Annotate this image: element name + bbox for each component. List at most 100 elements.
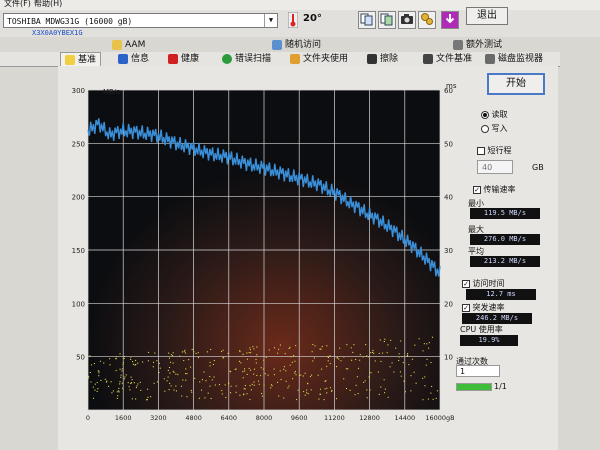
chevron-down-icon[interactable]: ▼ xyxy=(264,14,277,27)
access-time-point xyxy=(362,356,364,358)
access-time-point xyxy=(252,346,254,348)
download-button[interactable] xyxy=(441,11,459,29)
access-time-point xyxy=(278,395,280,397)
access-time-point xyxy=(324,388,326,390)
access-time-point xyxy=(369,371,371,373)
access-time-point xyxy=(414,344,416,346)
access-time-point xyxy=(121,368,123,370)
tab-extra-tests[interactable]: 额外测试 xyxy=(453,38,502,52)
access-time-point xyxy=(209,385,211,387)
access-time-point xyxy=(110,381,112,383)
access-time-point xyxy=(265,356,267,358)
thermometer-icon xyxy=(288,12,298,28)
access-time-point xyxy=(295,345,297,347)
tab-error-scan[interactable]: 错误扫描 xyxy=(222,52,271,66)
health-icon xyxy=(168,53,178,64)
tab-folder-usage[interactable]: 文件夹使用 xyxy=(290,52,348,66)
access-time-point xyxy=(349,389,351,391)
access-time-point xyxy=(122,387,124,389)
short-stroke-gb-input[interactable]: 40 xyxy=(477,160,513,174)
access-time-point xyxy=(96,382,98,384)
access-time-point xyxy=(115,369,117,372)
access-time-label: 访问时间 xyxy=(472,279,505,288)
access-time-point xyxy=(191,348,193,351)
y-tick-label: 300 xyxy=(72,87,85,95)
transfer-rate-option[interactable]: ✓ 传输速率 xyxy=(473,184,516,195)
screenshot-button[interactable] xyxy=(398,11,416,29)
passes-input[interactable]: 1 xyxy=(456,365,500,377)
access-time-point xyxy=(366,397,368,399)
tab-disk-monitor[interactable]: 磁盘监视器 xyxy=(485,52,543,66)
transfer-rate-checkbox[interactable]: ✓ xyxy=(473,185,481,194)
burst-rate-checkbox[interactable]: ✓ xyxy=(462,303,470,312)
access-time-point xyxy=(400,375,402,377)
tab-benchmark[interactable]: 基准 xyxy=(60,52,102,67)
access-time-point xyxy=(427,398,430,400)
copy-image-button[interactable] xyxy=(378,11,396,29)
read-option[interactable]: 读取 xyxy=(481,109,508,120)
access-time-point xyxy=(327,360,329,362)
access-time-point xyxy=(279,370,281,372)
access-time-point xyxy=(117,395,119,397)
access-time-point xyxy=(410,390,412,392)
copy-text-button[interactable] xyxy=(358,11,376,29)
access-time-point xyxy=(89,355,91,357)
tab-erase[interactable]: 擦除 xyxy=(367,52,398,66)
write-option[interactable]: 写入 xyxy=(481,123,508,134)
access-time-point xyxy=(152,366,154,368)
burst-rate-option[interactable]: ✓ 突发速率 xyxy=(462,302,505,313)
access-time-point xyxy=(295,374,297,376)
access-time-point xyxy=(99,360,101,362)
start-button[interactable]: 开始 xyxy=(487,73,545,95)
access-time-point xyxy=(387,344,389,346)
access-time-point xyxy=(122,362,124,364)
access-time-point xyxy=(293,355,295,357)
access-time-point xyxy=(181,351,183,353)
access-time-checkbox[interactable]: ✓ xyxy=(462,279,470,288)
tab-aam[interactable]: AAM xyxy=(112,38,145,52)
tab-file-benchmark[interactable]: 文件基准 xyxy=(423,52,472,66)
access-time-point xyxy=(214,384,216,386)
write-radio[interactable] xyxy=(481,124,489,133)
drive-select[interactable]: TOSHIBA MDWG31G (16000 gB) ▼ xyxy=(3,13,278,28)
access-time-point xyxy=(130,382,132,384)
read-radio[interactable] xyxy=(481,110,489,119)
access-time-point xyxy=(127,382,129,384)
short-stroke-checkbox[interactable] xyxy=(477,146,485,155)
y-tick-label: 200 xyxy=(72,194,85,202)
access-time-point xyxy=(167,369,169,372)
options-button[interactable] xyxy=(418,11,436,29)
access-time-point xyxy=(288,385,290,387)
access-time-point xyxy=(116,356,118,358)
access-time-point xyxy=(398,359,400,362)
y-tick-label: 50 xyxy=(76,354,85,362)
tab-info[interactable]: 信息 xyxy=(118,52,149,66)
access-time-point xyxy=(379,339,381,341)
access-time-point xyxy=(209,375,211,378)
access-time-option[interactable]: ✓ 访问时间 xyxy=(462,278,505,289)
access-time-point xyxy=(382,352,384,354)
exit-button[interactable]: 退出 xyxy=(466,7,508,25)
gears-icon xyxy=(421,13,433,25)
access-time-point xyxy=(205,380,207,382)
access-time-point xyxy=(153,361,155,363)
menu-file[interactable]: 文件(F) xyxy=(4,0,31,9)
access-time-point xyxy=(329,362,331,365)
y-tick-label: 250 xyxy=(72,140,85,148)
short-stroke-option[interactable]: 短行程 xyxy=(477,145,512,156)
access-time-point xyxy=(170,354,172,356)
access-time-point xyxy=(422,377,424,379)
access-time-point xyxy=(386,352,388,354)
access-time-point xyxy=(97,388,99,390)
access-time-point xyxy=(335,366,338,368)
tab-random-access[interactable]: 随机访问 xyxy=(272,38,321,52)
access-time-point xyxy=(166,380,168,382)
access-time-point xyxy=(104,378,106,380)
access-time-point xyxy=(323,399,325,401)
access-time-point xyxy=(168,357,170,359)
access-time-point xyxy=(130,358,132,360)
menu-help[interactable]: 帮助(H) xyxy=(34,0,62,9)
access-time-point xyxy=(89,371,91,374)
x-tick-label: 0 xyxy=(86,414,90,422)
tab-health[interactable]: 健康 xyxy=(168,52,199,66)
